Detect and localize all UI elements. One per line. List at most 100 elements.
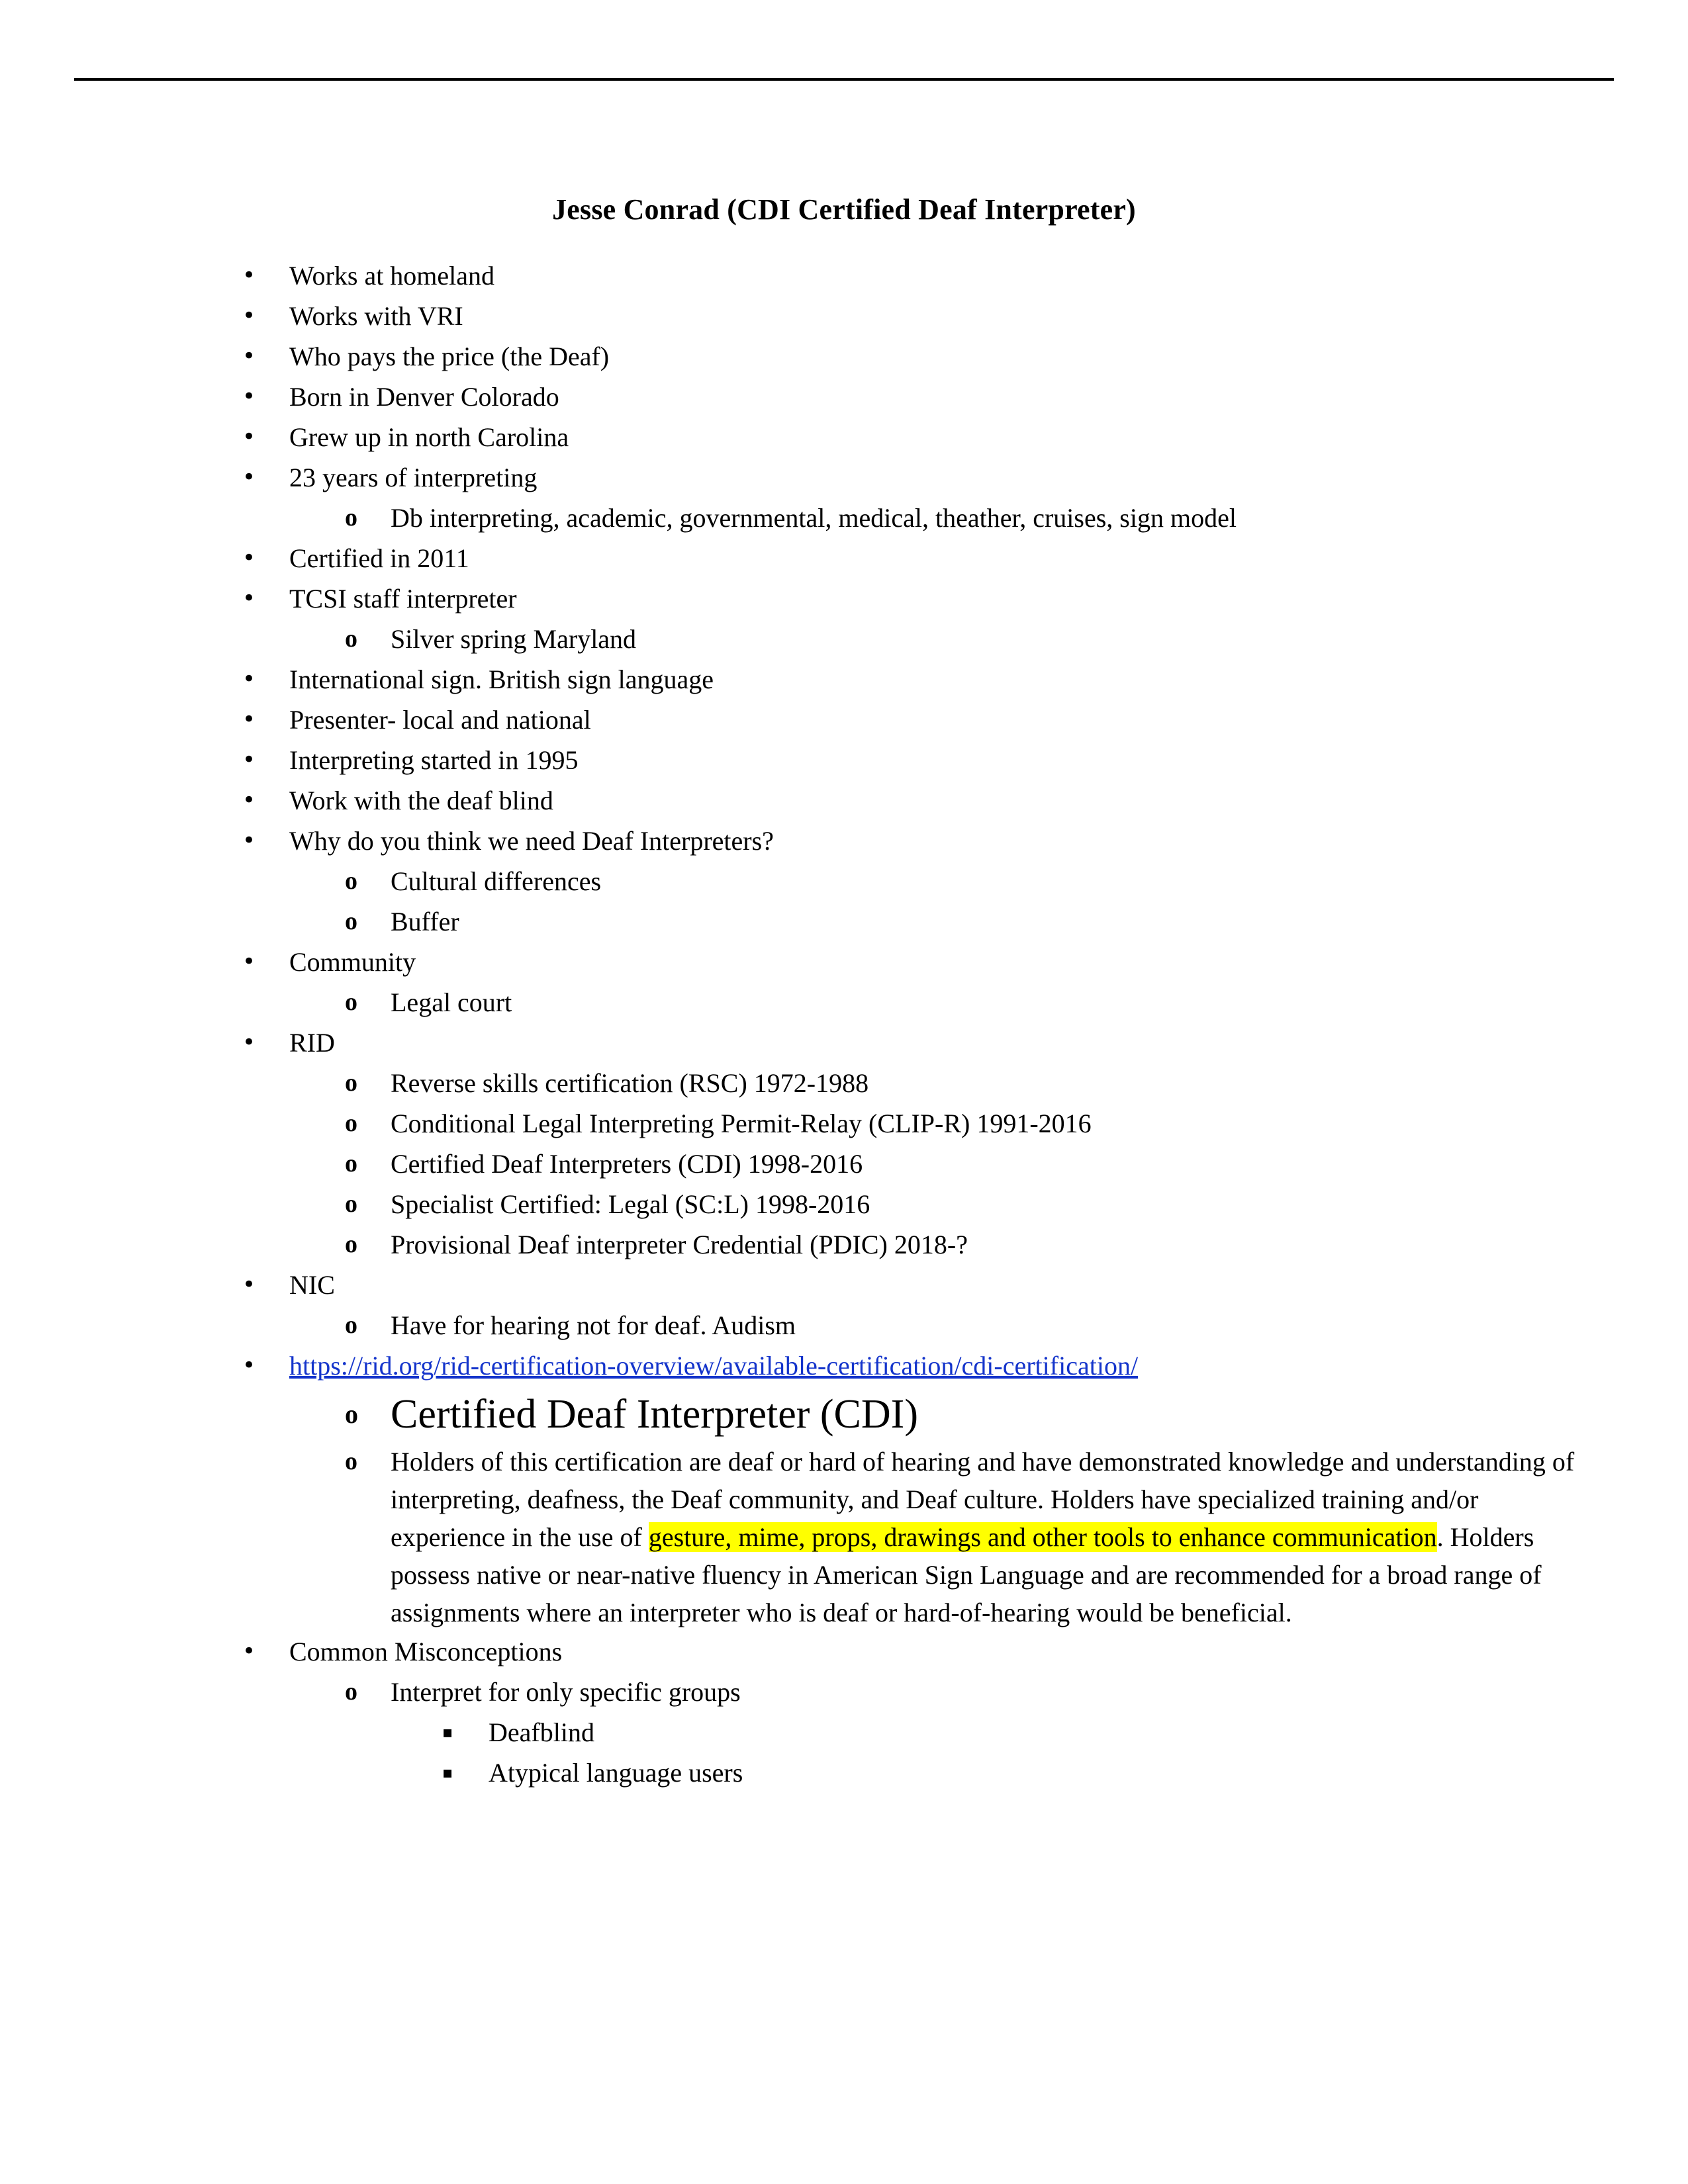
list-item: o Cultural differences <box>0 861 1688 901</box>
list-item-text: Conditional Legal Interpreting Permit-Re… <box>391 1109 1092 1138</box>
list-item: ▪ Atypical language users <box>0 1752 1688 1793</box>
bullet-marker-level-2-icon: o <box>345 1399 358 1429</box>
list-item: o Have for hearing not for deaf. Audism <box>0 1305 1688 1345</box>
list-item-text: Who pays the price (the Deaf) <box>289 341 610 371</box>
list-item-link-text[interactable]: https://rid.org/rid-certification-overvi… <box>289 1345 1688 1386</box>
page-title: Jesse Conrad (CDI Certified Deaf Interpr… <box>552 193 1136 226</box>
bullet-marker-level-2-icon: o <box>345 1230 357 1258</box>
list-item-text: TCSI staff interpreter <box>289 584 517 614</box>
list-item: • Born in Denver Colorado <box>0 377 1688 417</box>
list-item-text: Community <box>289 947 416 977</box>
list-item-text: Certified Deaf Interpreter (CDI) <box>391 1392 918 1437</box>
list-item: • TCSI staff interpreter <box>0 578 1688 619</box>
list-item-text: Have for hearing not for deaf. Audism <box>391 1310 796 1340</box>
list-item: • Work with the deaf blind <box>0 780 1688 821</box>
list-item: • Interpreting started in 1995 <box>0 740 1688 780</box>
list-item-text: RID <box>289 1028 335 1058</box>
list-item-text: Reverse skills certification (RSC) 1972-… <box>391 1068 869 1098</box>
list-item: o Interpret for only specific groups <box>0 1672 1688 1712</box>
list-item: o Conditional Legal Interpreting Permit-R… <box>0 1103 1688 1144</box>
bullet-marker-level-1-icon: • <box>242 747 256 773</box>
list-item: • RID <box>0 1023 1688 1063</box>
bullet-marker-level-1-icon: • <box>242 464 256 490</box>
cdi-certification-url[interactable]: https://rid.org/rid-certification-overvi… <box>289 1351 1138 1381</box>
bullet-marker-level-1-icon: • <box>242 262 256 289</box>
list-item-text: NIC <box>289 1270 335 1300</box>
list-item: o Provisional Deaf interpreter Credential… <box>0 1224 1688 1265</box>
list-item-text: International sign. British sign languag… <box>289 664 714 694</box>
list-item: o Reverse skills certification (RSC) 1972… <box>0 1063 1688 1103</box>
bullet-marker-level-1-icon: • <box>242 545 256 571</box>
list-item: o Specialist Certified: Legal (SC:L) 1998… <box>0 1184 1688 1224</box>
list-item: ▪ Deafblind <box>0 1712 1688 1752</box>
bullet-marker-level-3-icon: ▪ <box>442 1763 453 1782</box>
bullet-marker-level-1-icon: • <box>242 1029 256 1056</box>
highlighted-text: gesture, mime, props, drawings and other… <box>648 1522 1437 1552</box>
list-item-text: Born in Denver Colorado <box>289 382 559 412</box>
list-item-text: Legal court <box>391 987 512 1017</box>
list-item: • Presenter- local and national <box>0 700 1688 740</box>
bullet-marker-level-2-icon: o <box>345 1109 357 1137</box>
bullet-marker-level-2-icon: o <box>345 1311 357 1339</box>
list-item: • Common Misconceptions <box>0 1631 1688 1672</box>
bullet-marker-level-2-icon: o <box>345 1150 357 1177</box>
list-item: • Grew up in north Carolina <box>0 417 1688 457</box>
list-item: • Certified in 2011 <box>0 538 1688 578</box>
bullet-marker-level-1-icon: • <box>242 706 256 733</box>
list-item-text: Works at homeland <box>289 261 495 291</box>
list-item: • Works with VRI <box>0 296 1688 336</box>
bullet-marker-level-2-icon: o <box>345 1069 357 1097</box>
bullet-marker-level-2-icon: o <box>345 988 357 1016</box>
bullet-marker-level-1-icon: • <box>242 827 256 854</box>
list-item: o Silver spring Maryland <box>0 619 1688 659</box>
bullet-marker-level-1-icon: • <box>242 787 256 813</box>
list-item: • Who pays the price (the Deaf) <box>0 336 1688 377</box>
list-item-text: Specialist Certified: Legal (SC:L) 1998-… <box>391 1189 870 1219</box>
bullet-marker-level-1-icon: • <box>242 1638 256 1664</box>
list-item-text: Deafblind <box>489 1717 594 1747</box>
bullet-marker-level-2-icon: o <box>345 907 357 935</box>
list-item-paragraph-text: Holders of this certification are deaf o… <box>391 1443 1575 1631</box>
list-item: • NIC <box>0 1265 1688 1305</box>
bullet-marker-level-1-icon: • <box>242 302 256 329</box>
bullet-marker-level-2-icon: o <box>345 504 357 531</box>
list-item-text: Interpret for only specific groups <box>391 1677 741 1707</box>
bullet-marker-level-2-icon: o <box>345 625 357 653</box>
list-item-text: Certified in 2011 <box>289 543 469 573</box>
list-item-text: Db interpreting, academic, governmental,… <box>391 503 1237 533</box>
bullet-marker-level-2-icon: o <box>345 867 357 895</box>
list-item[interactable]: • https://rid.org/rid-certification-overv… <box>0 1345 1688 1386</box>
bullet-marker-level-1-icon: • <box>242 1352 256 1379</box>
list-item-text: Atypical language users <box>489 1758 743 1788</box>
list-item-text: Interpreting started in 1995 <box>289 745 579 775</box>
list-item: o Legal court <box>0 982 1688 1023</box>
list-item-text: Presenter- local and national <box>289 705 591 735</box>
bullet-marker-level-1-icon: • <box>242 585 256 612</box>
list-item: • Works at homeland <box>0 255 1688 296</box>
list-item: o Db interpreting, academic, governmental… <box>0 498 1688 538</box>
bullet-marker-level-1-icon: • <box>242 1271 256 1298</box>
bullet-marker-level-1-icon: • <box>242 424 256 450</box>
bullet-marker-level-1-icon: • <box>242 343 256 369</box>
list-item: • Why do you think we need Deaf Interpret… <box>0 821 1688 861</box>
bullet-marker-level-2-icon: o <box>345 1678 357 1706</box>
list-item: • 23 years of interpreting <box>0 457 1688 498</box>
list-item: o Certified Deaf Interpreter (CDI) <box>0 1386 1688 1443</box>
bullet-marker-level-1-icon: • <box>242 383 256 410</box>
list-item-text: Provisional Deaf interpreter Credential … <box>391 1230 968 1259</box>
document-page: Jesse Conrad (CDI Certified Deaf Interpr… <box>0 0 1688 2184</box>
list-item-text: Common Misconceptions <box>289 1637 563 1666</box>
bullet-marker-level-1-icon: • <box>242 666 256 692</box>
list-item: • International sign. British sign langua… <box>0 659 1688 700</box>
list-item-text: Works with VRI <box>289 301 463 331</box>
list-item-text: 23 years of interpreting <box>289 463 538 492</box>
list-item-text: Certified Deaf Interpreters (CDI) 1998-2… <box>391 1149 863 1179</box>
list-item: o Holders of this certification are deaf … <box>0 1443 1575 1631</box>
header-divider <box>74 78 1614 81</box>
outline-list: • Works at homeland • Works with VRI • Who pa… <box>0 255 1688 1793</box>
list-item-text: Cultural differences <box>391 866 602 896</box>
bullet-marker-level-2-icon: o <box>345 1190 357 1218</box>
list-item-text: Grew up in north Carolina <box>289 422 569 452</box>
list-item-text: Work with the deaf blind <box>289 786 553 815</box>
list-item-text: Why do you think we need Deaf Interprete… <box>289 826 774 856</box>
